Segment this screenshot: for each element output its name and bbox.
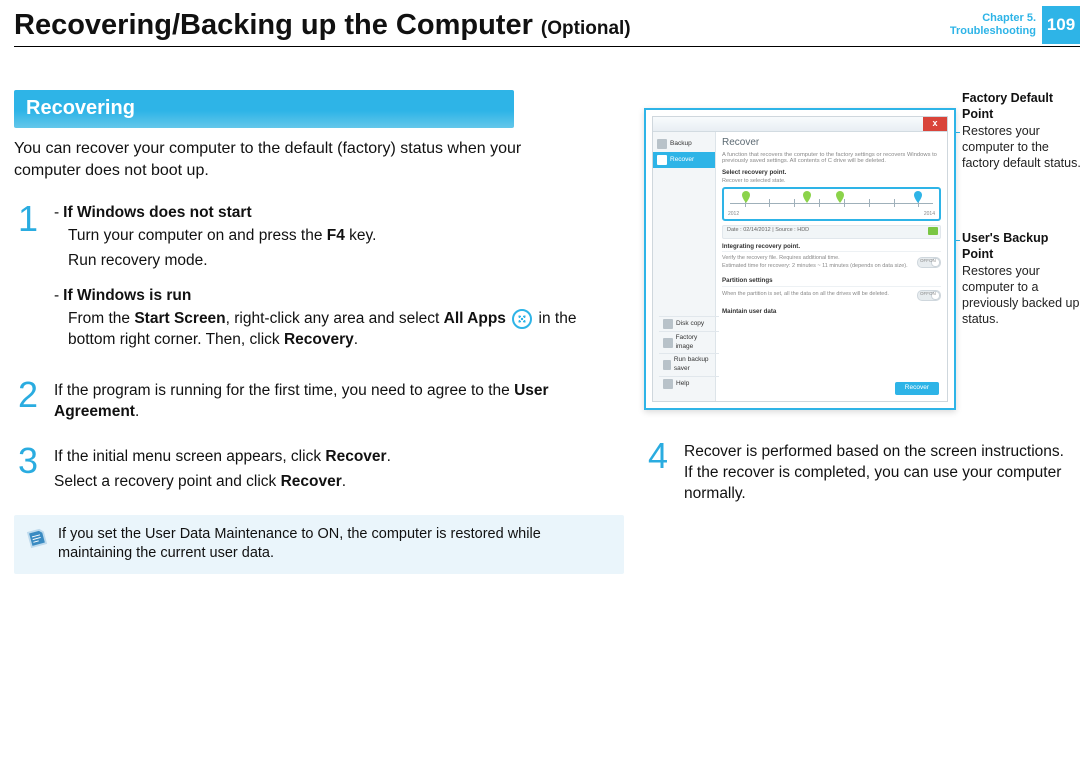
note-text: If you set the User Data Maintenance to … xyxy=(58,525,612,564)
backup-icon xyxy=(657,139,667,149)
right-column: x Backup Recover Disk copy Factory image… xyxy=(644,90,1074,527)
integrity-l1: Verify the recovery file. Requires addit… xyxy=(722,255,908,262)
step-1b-text: From the Start Screen, right-click any a… xyxy=(68,309,624,351)
callout-user-text: Restores your computer to a previously b… xyxy=(962,263,1080,328)
chapter-text: Chapter 5. Troubleshooting xyxy=(950,12,1042,37)
pin-user-3[interactable] xyxy=(914,191,922,203)
step-1b-title: If Windows is run xyxy=(63,287,191,304)
pin-user-1[interactable] xyxy=(803,191,811,203)
main-title: Recover xyxy=(722,136,941,150)
title-sub: (Optional) xyxy=(541,18,631,39)
callout-factory: Factory Default Point Restores your comp… xyxy=(962,90,1080,171)
integrity-l2: Estimated time for recovery: 2 minutes ~… xyxy=(722,263,908,270)
chapter-info: Chapter 5. Troubleshooting 109 xyxy=(950,6,1080,44)
sidebar-item-backup[interactable]: Backup xyxy=(653,136,715,152)
step-1a-title: If Windows does not start xyxy=(63,204,251,221)
pin-factory[interactable] xyxy=(742,191,750,203)
header: Recovering/Backing up the Computer (Opti… xyxy=(0,0,1080,46)
step-3-body: If the initial menu screen appears, clic… xyxy=(54,445,624,497)
chapter-line1: Chapter 5. xyxy=(950,12,1036,25)
step-1a-line2: Run recovery mode. xyxy=(68,251,624,272)
app-screenshot: x Backup Recover Disk copy Factory image… xyxy=(644,108,956,410)
main-desc: A function that recovers the computer to… xyxy=(722,152,941,166)
step-2-body: If the program is running for the first … xyxy=(54,379,624,427)
window: x Backup Recover Disk copy Factory image… xyxy=(652,116,948,402)
help-icon xyxy=(663,379,673,389)
header-rule xyxy=(14,46,1080,47)
callout-factory-text: Restores your computer to the factory de… xyxy=(962,123,1080,172)
partition-toggle[interactable]: OFFON xyxy=(917,290,941,301)
sidebar-bottom: Disk copy Factory image Run backup saver… xyxy=(659,316,719,391)
timeline-axis xyxy=(728,192,935,211)
step-3-number: 3 xyxy=(14,445,42,497)
sidebar-item-factory-image[interactable]: Factory image xyxy=(659,331,719,354)
step-4: 4 Recover is performed based on the scre… xyxy=(644,440,1074,509)
all-apps-icon xyxy=(512,309,532,329)
factory-icon xyxy=(663,338,673,348)
step-2-text: If the program is running for the first … xyxy=(54,381,624,423)
timeline-year-a: 2012 xyxy=(728,211,739,218)
step-4-text: Recover is performed based on the screen… xyxy=(684,442,1074,505)
callout-user-title: User's Backup Point xyxy=(962,230,1080,263)
sidebar-item-recover[interactable]: Recover xyxy=(653,152,715,168)
page-number-badge: 109 xyxy=(1042,6,1080,44)
recover-button[interactable]: Recover xyxy=(895,382,939,395)
window-titlebar: x xyxy=(653,117,947,132)
page-title: Recovering/Backing up the Computer (Opti… xyxy=(14,6,631,45)
step-2-number: 2 xyxy=(14,379,42,427)
run-icon xyxy=(663,360,671,370)
timeline-year-b: 2014 xyxy=(924,211,935,218)
note-box: If you set the User Data Maintenance to … xyxy=(14,515,624,574)
date-bar: Date : 02/14/2012 | Source : HDD xyxy=(722,225,941,239)
screenshot-area: x Backup Recover Disk copy Factory image… xyxy=(644,90,1074,430)
note-icon xyxy=(24,524,51,551)
title-main: Recovering/Backing up the Computer xyxy=(14,9,541,41)
sub-partition: Partition settings xyxy=(722,277,941,285)
step-3: 3 If the initial menu screen appears, cl… xyxy=(14,445,624,497)
pin-user-2[interactable] xyxy=(836,191,844,203)
close-icon[interactable]: x xyxy=(923,117,947,131)
window-body: Backup Recover Disk copy Factory image R… xyxy=(653,132,947,401)
step-1a: -If Windows does not start Turn your com… xyxy=(54,203,624,272)
sub-select2: Recover to selected state. xyxy=(722,178,941,185)
sidebar-item-disk-copy[interactable]: Disk copy xyxy=(659,316,719,331)
step-1-body: -If Windows does not start Turn your com… xyxy=(54,203,624,361)
callout-factory-title: Factory Default Point xyxy=(962,90,1080,123)
section-intro: You can recover your computer to the def… xyxy=(14,138,574,181)
step-4-number: 4 xyxy=(644,440,672,509)
integrity-row: Verify the recovery file. Requires addit… xyxy=(722,251,941,273)
disk-icon xyxy=(663,319,673,329)
chapter-line2: Troubleshooting xyxy=(950,25,1036,38)
integrity-toggle[interactable]: OFFON xyxy=(917,257,941,268)
page-body: Recovering You can recover your computer… xyxy=(0,46,1080,574)
window-main: Recover A function that recovers the com… xyxy=(716,132,947,401)
step-1: 1 -If Windows does not start Turn your c… xyxy=(14,203,624,361)
sidebar: Backup Recover Disk copy Factory image R… xyxy=(653,132,716,401)
date-bar-ok-icon xyxy=(928,227,938,235)
timeline-highlight: 2012 2014 xyxy=(722,187,941,221)
step-3-line1: If the initial menu screen appears, clic… xyxy=(54,447,624,468)
sub-integrity: Integrating recovery point. xyxy=(722,243,941,251)
recover-icon xyxy=(657,155,667,165)
step-4-body: Recover is performed based on the screen… xyxy=(684,440,1074,509)
sub-userdata: Maintain user data xyxy=(722,308,941,316)
left-column: Recovering You can recover your computer… xyxy=(14,90,624,574)
partition-row: When the partition is set, all the data … xyxy=(722,286,941,304)
step-1-number: 1 xyxy=(14,203,42,361)
sidebar-item-run-backup[interactable]: Run backup saver xyxy=(659,353,719,376)
step-3-line2: Select a recovery point and click Recove… xyxy=(54,472,624,493)
partition-text: When the partition is set, all the data … xyxy=(722,291,889,298)
step-2: 2 If the program is running for the firs… xyxy=(14,379,624,427)
step-1a-line1: Turn your computer on and press the F4 k… xyxy=(68,226,624,247)
sidebar-item-help[interactable]: Help xyxy=(659,376,719,391)
sub-select: Select recovery point. xyxy=(722,169,941,177)
date-bar-label: Date : 02/14/2012 | Source : HDD xyxy=(727,227,809,234)
callout-user: User's Backup Point Restores your comput… xyxy=(962,230,1080,328)
section-heading: Recovering xyxy=(14,90,514,128)
step-1b: -If Windows is run From the Start Screen… xyxy=(54,286,624,351)
